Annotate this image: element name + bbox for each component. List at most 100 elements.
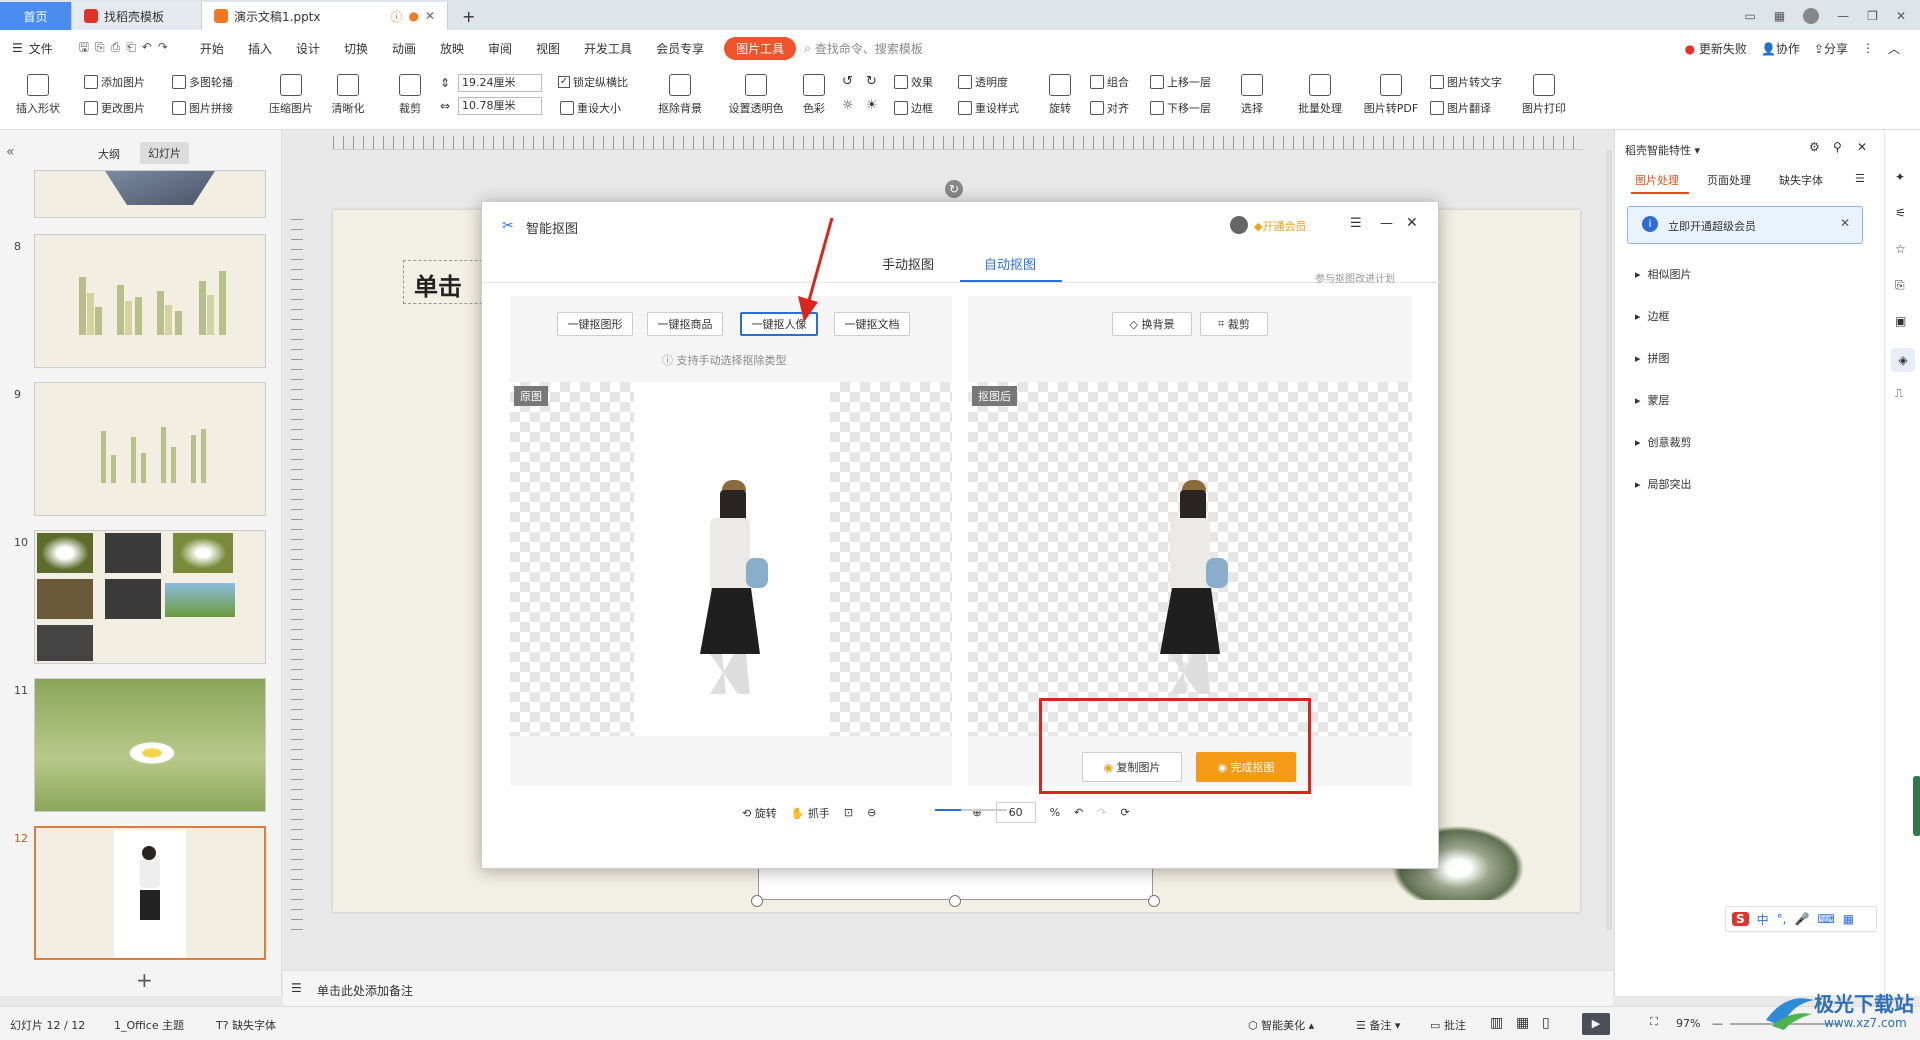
panel-item-highlight[interactable]: ▸ 局部突出 bbox=[1635, 476, 1692, 492]
menu-picture-tools[interactable]: 图片工具 bbox=[724, 36, 797, 60]
close-panel-icon[interactable]: ✕ bbox=[1857, 140, 1867, 154]
tab-auto-cutout[interactable]: 自动抠图 bbox=[984, 254, 1036, 273]
notes-toggle[interactable]: ☰ 备注 ▾ bbox=[1356, 1017, 1400, 1033]
zoom-in-icon[interactable]: ⊕ bbox=[972, 806, 981, 819]
slide-thumb-8[interactable] bbox=[34, 234, 266, 368]
set-transparent-button[interactable]: 设置透明色 bbox=[724, 74, 788, 116]
reset-style-button[interactable]: 重设样式 bbox=[958, 100, 1019, 116]
minimize-icon[interactable]: — bbox=[1380, 216, 1393, 231]
group-button[interactable]: 组合 bbox=[1090, 74, 1129, 90]
menu-member[interactable]: 会员专享 bbox=[644, 40, 716, 57]
close-icon[interactable]: ✕ bbox=[1406, 215, 1418, 231]
height-input[interactable]: 10.78厘米 bbox=[458, 97, 542, 115]
close-window-icon[interactable]: ✕ bbox=[1896, 9, 1906, 23]
slide-thumb-7[interactable] bbox=[34, 170, 266, 218]
lock-ratio-checkbox[interactable]: ✓ 锁定纵横比 bbox=[558, 74, 628, 90]
vertical-scrollbar[interactable] bbox=[1606, 150, 1612, 930]
compress-button[interactable]: 压缩图片 bbox=[264, 74, 318, 116]
menu-transition[interactable]: 切换 bbox=[332, 40, 380, 57]
vip-banner[interactable]: i 立即开通超级会员 ✕ bbox=[1627, 206, 1863, 244]
adjust-icon[interactable]: ⚟ bbox=[1895, 206, 1906, 220]
to-text-button[interactable]: 图片转文字 bbox=[1430, 74, 1502, 90]
rotate-view-button[interactable]: ⟲ 旋转 bbox=[742, 805, 777, 821]
rotate-button[interactable]: 旋转 bbox=[1042, 74, 1078, 116]
contrast-icon[interactable]: ☀ bbox=[866, 98, 878, 113]
avatar[interactable] bbox=[1803, 8, 1820, 24]
command-search-input[interactable]: 查找命令、搜索模板 bbox=[815, 40, 923, 57]
move-down-button[interactable]: 下移一层 bbox=[1150, 100, 1211, 116]
hamburger-icon[interactable]: ☰ bbox=[12, 41, 23, 55]
border-button[interactable]: 边框 bbox=[894, 100, 933, 116]
menu-developer[interactable]: 开发工具 bbox=[572, 40, 644, 57]
menu-start[interactable]: 开始 bbox=[188, 40, 236, 57]
collab-button[interactable]: 👤协作 bbox=[1761, 40, 1800, 57]
rotate-right-icon[interactable]: ↻ bbox=[866, 74, 877, 89]
effect-button[interactable]: 效果 bbox=[894, 74, 933, 90]
minimize-icon[interactable]: — bbox=[1837, 9, 1849, 23]
settings-icon[interactable]: ⚙ bbox=[1809, 140, 1820, 154]
clarify-button[interactable]: 清晰化 bbox=[324, 74, 372, 116]
normal-view-icon[interactable]: ▥ bbox=[1490, 1015, 1503, 1031]
fit-window-icon[interactable]: ⛶ bbox=[1650, 1015, 1658, 1029]
slide-thumb-10[interactable] bbox=[34, 530, 266, 664]
add-slide-button[interactable]: + bbox=[136, 968, 153, 992]
color-button[interactable]: 色彩 bbox=[796, 74, 832, 116]
star-icon[interactable]: ☆ bbox=[1895, 242, 1906, 256]
batch-button[interactable]: 批量处理 bbox=[1290, 74, 1350, 116]
play-icon[interactable]: ▶ bbox=[1582, 1013, 1610, 1035]
close-tab-icon[interactable]: ✕ bbox=[425, 9, 435, 23]
translate-button[interactable]: 图片翻译 bbox=[1430, 100, 1491, 116]
insert-shape-button[interactable]: 插入形状 bbox=[10, 74, 66, 116]
grab-button[interactable]: ✋ 抓手 bbox=[791, 805, 830, 821]
book-icon[interactable]: ⎍ bbox=[1895, 386, 1903, 401]
tab-missing-font[interactable]: 缺失字体 bbox=[1779, 172, 1823, 188]
zoom-level[interactable]: 97% bbox=[1676, 1017, 1700, 1030]
to-pdf-button[interactable]: 图片转PDF bbox=[1360, 74, 1422, 116]
resize-handle[interactable] bbox=[751, 895, 763, 907]
width-input[interactable]: 19.24厘米 bbox=[458, 74, 542, 92]
select-button[interactable]: 选择 bbox=[1234, 74, 1270, 116]
sorter-view-icon[interactable]: ▦ bbox=[1516, 1015, 1529, 1031]
layout-icon[interactable]: ▭ bbox=[1744, 9, 1755, 23]
copy-icon[interactable]: ⎘ bbox=[1895, 278, 1905, 293]
new-tab-button[interactable]: + bbox=[448, 2, 489, 30]
panel-title[interactable]: 稻壳智能特性 ▾ bbox=[1625, 142, 1700, 158]
transparency-button[interactable]: 透明度 bbox=[958, 74, 1008, 90]
more-icon[interactable]: ⋮ bbox=[1862, 41, 1874, 55]
theme-name[interactable]: 1_Office 主题 bbox=[114, 1017, 184, 1033]
menu-design[interactable]: 设计 bbox=[284, 40, 332, 57]
join-plan-link[interactable]: 参与抠图改进计划 bbox=[1315, 270, 1395, 285]
zoom-out-icon[interactable]: — bbox=[1712, 1017, 1723, 1030]
reading-view-icon[interactable]: ▯ bbox=[1542, 1015, 1550, 1031]
tab-page-processing[interactable]: 页面处理 bbox=[1707, 172, 1751, 188]
zoom-input[interactable]: 60 bbox=[995, 802, 1036, 823]
menu-icon[interactable]: ☰ bbox=[1350, 216, 1362, 231]
slide-thumb-12[interactable] bbox=[34, 826, 266, 960]
menu-slideshow[interactable]: 放映 bbox=[428, 40, 476, 57]
panel-item-mask[interactable]: ▸ 蒙层 bbox=[1635, 392, 1670, 408]
align-button[interactable]: 对齐 bbox=[1090, 100, 1129, 116]
pin-icon[interactable]: ⚲ bbox=[1833, 140, 1842, 154]
tab-manual-cutout[interactable]: 手动抠图 bbox=[882, 254, 934, 273]
panel-item-collage[interactable]: ▸ 拼图 bbox=[1635, 350, 1670, 366]
panel-item-border[interactable]: ▸ 边框 bbox=[1635, 308, 1670, 324]
panel-item-creative-crop[interactable]: ▸ 创意裁剪 bbox=[1635, 434, 1692, 450]
menu-animation[interactable]: 动画 bbox=[380, 40, 428, 57]
collapse-panel-icon[interactable]: « bbox=[6, 144, 15, 160]
fit-icon[interactable]: ⊡ bbox=[844, 806, 853, 819]
stitch-button[interactable]: 图片拼接 bbox=[172, 100, 233, 116]
resize-handle[interactable] bbox=[1148, 895, 1160, 907]
menu-view[interactable]: 视图 bbox=[524, 40, 572, 57]
ime-toolbar[interactable]: S 中 °, 🎤 ⌨ ▦ bbox=[1725, 906, 1877, 932]
tab-slides[interactable]: 幻灯片 bbox=[140, 142, 189, 164]
image-icon[interactable]: ▣ bbox=[1895, 314, 1906, 328]
cutout-product-button[interactable]: 一键抠商品 bbox=[647, 312, 723, 336]
panel-item-similar[interactable]: ▸ 相似图片 bbox=[1635, 266, 1692, 282]
print-image-button[interactable]: 图片打印 bbox=[1516, 74, 1572, 116]
cutout-shape-button[interactable]: 一键抠图形 bbox=[557, 312, 633, 336]
redo-icon[interactable]: ↷ bbox=[1097, 806, 1106, 819]
vip-link[interactable]: ◆开通会员 bbox=[1254, 218, 1306, 234]
crop-button[interactable]: 裁剪 bbox=[390, 74, 430, 116]
smart-icon[interactable]: ✦ bbox=[1895, 170, 1905, 184]
tab-image-processing[interactable]: 图片处理 bbox=[1635, 172, 1679, 188]
